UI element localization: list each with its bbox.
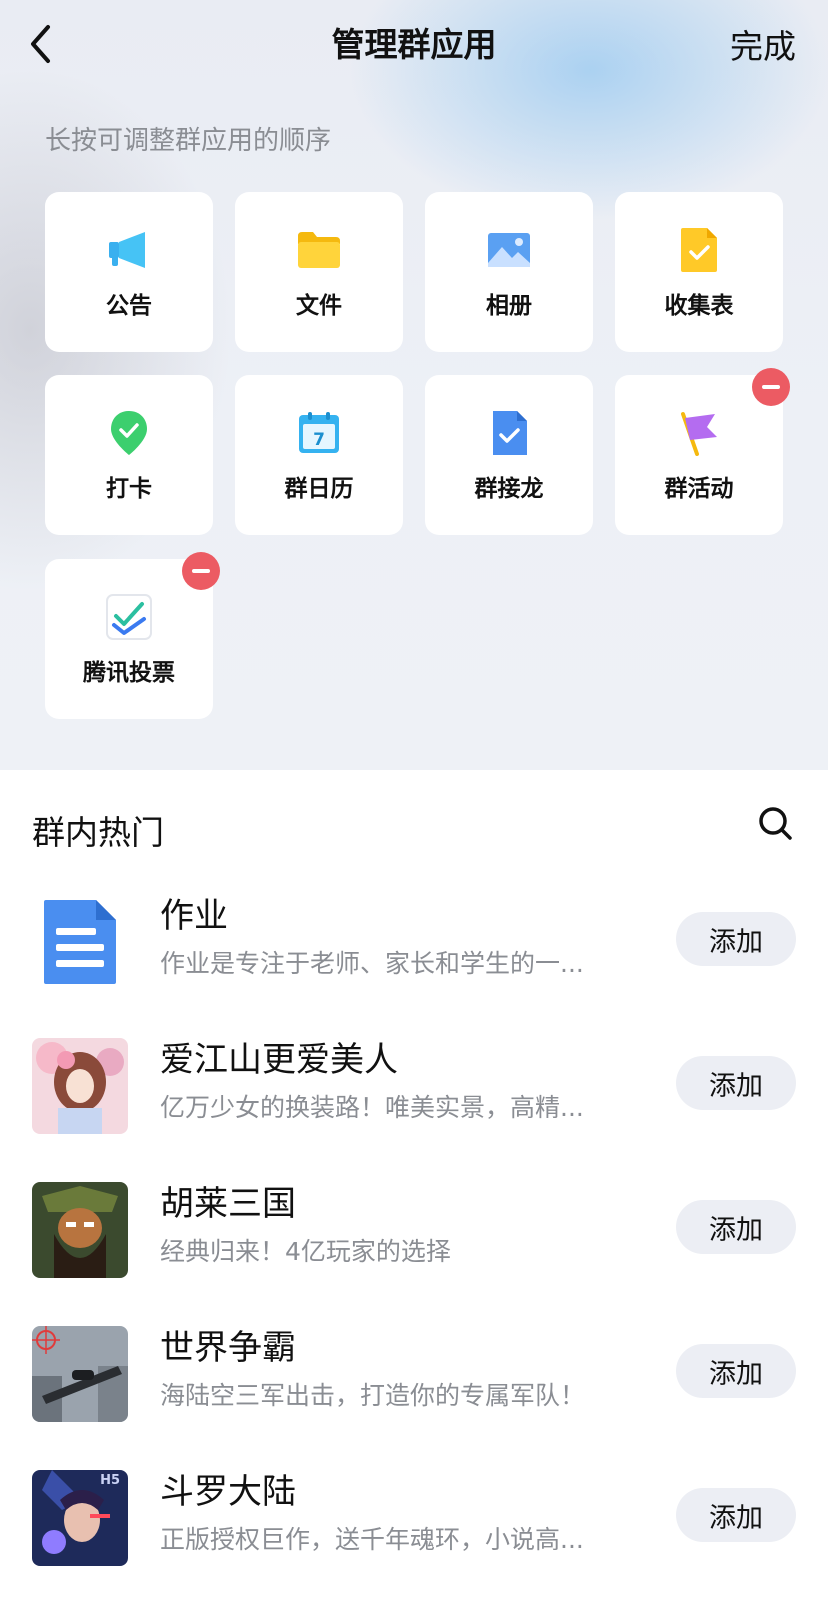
homework-app-icon — [32, 894, 128, 990]
app-tile-solitaire[interactable]: 群接龙 — [425, 375, 593, 535]
app-label: 打卡 — [106, 476, 152, 502]
h5-badge: H5 — [100, 1473, 120, 1488]
calendar-day-number: 7 — [313, 430, 325, 450]
list-item[interactable]: 爱江山更爱美人 亿万少女的换装路！唯美实景，高精... 添加 — [0, 1026, 828, 1146]
game-thumbnail: H5 — [32, 1470, 128, 1566]
app-tile-collection-form[interactable]: 收集表 — [615, 192, 783, 352]
app-description: 正版授权巨作，送千年魂环，小说高... — [160, 1525, 584, 1554]
app-label: 群接龙 — [474, 476, 544, 502]
app-label: 腾讯投票 — [83, 660, 175, 686]
app-label: 公告 — [106, 293, 152, 319]
megaphone-icon — [109, 232, 145, 268]
managed-apps-panel: 管理群应用 完成 长按可调整群应用的顺序 公告 文件 相册 收集表 打卡 7 群… — [0, 0, 828, 770]
folder-icon — [298, 232, 340, 268]
list-item[interactable]: 胡莱三国 经典归来！4亿玩家的选择 添加 — [0, 1170, 828, 1290]
flag-icon — [681, 412, 717, 456]
app-tile-check-in[interactable]: 打卡 — [45, 375, 213, 535]
add-button[interactable]: 添加 — [676, 912, 796, 966]
add-button[interactable]: 添加 — [676, 1488, 796, 1542]
search-icon — [759, 807, 792, 840]
app-tile-album[interactable]: 相册 — [425, 192, 593, 352]
add-button[interactable]: 添加 — [676, 1200, 796, 1254]
app-description: 经典归来！4亿玩家的选择 — [160, 1237, 451, 1266]
app-label: 文件 — [296, 293, 342, 319]
add-button[interactable]: 添加 — [676, 1344, 796, 1398]
app-name: 作业 — [160, 896, 228, 936]
game-thumbnail — [32, 1182, 128, 1278]
app-tile-calendar[interactable]: 7 群日历 — [235, 375, 403, 535]
list-item[interactable]: 作业 作业是专注于老师、家长和学生的一... 添加 — [0, 882, 828, 1002]
app-description: 海陆空三军出击，打造你的专属军队！ — [160, 1381, 586, 1410]
search-button[interactable] — [756, 804, 796, 844]
list-item[interactable]: 世界争霸 海陆空三军出击，打造你的专属军队！ 添加 — [0, 1314, 828, 1434]
app-tile-announcement[interactable]: 公告 — [45, 192, 213, 352]
app-label: 群日历 — [284, 476, 354, 502]
game-thumbnail — [32, 1326, 128, 1422]
check-in-pin-icon — [111, 411, 147, 455]
list-item[interactable]: H5 斗罗大陆 正版授权巨作，送千年魂环，小说高... 添加 — [0, 1458, 828, 1578]
game-thumbnail — [32, 1038, 128, 1134]
app-label: 相册 — [486, 293, 532, 319]
remove-app-button[interactable] — [752, 368, 790, 406]
done-button[interactable]: 完成 — [730, 20, 796, 68]
add-button[interactable]: 添加 — [676, 1056, 796, 1110]
app-name: 胡莱三国 — [160, 1184, 296, 1224]
app-label: 收集表 — [664, 293, 734, 319]
section-title: 群内热门 — [32, 813, 164, 852]
app-name: 斗罗大陆 — [160, 1472, 296, 1512]
app-description: 亿万少女的换装路！唯美实景，高精... — [160, 1093, 584, 1122]
reorder-hint: 长按可调整群应用的顺序 — [45, 126, 332, 156]
vote-icon — [106, 594, 152, 640]
calendar-icon: 7 — [299, 412, 339, 453]
page-title: 管理群应用 — [331, 25, 497, 64]
app-label: 群活动 — [664, 476, 734, 502]
collection-form-icon — [681, 228, 717, 272]
solitaire-doc-icon — [493, 411, 527, 455]
popular-apps-section: 群内热门 作业 作业是专注于老师、家长和学生的一... 添加 爱江山更爱美人 亿… — [0, 770, 828, 1602]
app-description: 作业是专注于老师、家长和学生的一... — [160, 949, 584, 978]
photo-album-icon — [488, 233, 530, 267]
remove-app-button[interactable] — [182, 552, 220, 590]
app-name: 世界争霸 — [160, 1328, 296, 1368]
app-tile-files[interactable]: 文件 — [235, 192, 403, 352]
app-name: 爱江山更爱美人 — [160, 1040, 398, 1080]
